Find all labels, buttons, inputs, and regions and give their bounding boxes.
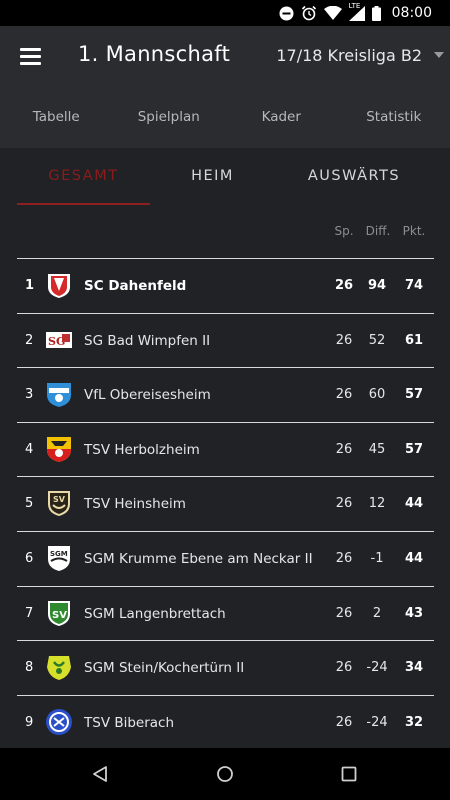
goal-difference: 94	[367, 278, 387, 293]
games-played: 26	[335, 387, 353, 403]
points: 61	[404, 332, 424, 348]
battery-icon	[371, 5, 381, 21]
menu-icon[interactable]	[20, 48, 41, 65]
column-header-sp: Sp.	[334, 224, 354, 238]
table-row[interactable]: 4 TSV Herbolzheim 26 45 57	[17, 421, 434, 477]
games-played: 26	[335, 714, 353, 730]
goal-difference: 12	[368, 496, 386, 512]
games-played: 26	[335, 496, 353, 512]
goal-difference: -24	[366, 714, 388, 730]
tab-spielplan[interactable]: Spielplan	[113, 88, 226, 148]
points: 57	[404, 441, 424, 457]
rank: 7	[25, 605, 34, 621]
filter-tabs: GESAMT HEIM AUSWÄRTS	[0, 148, 450, 206]
rank: 5	[25, 496, 34, 512]
chevron-down-icon[interactable]	[434, 52, 444, 58]
table-row[interactable]: 3 VfL Obereisesheim 26 60 57	[17, 367, 434, 422]
team-name: TSV Heinsheim	[84, 496, 186, 513]
rank: 1	[25, 278, 35, 293]
games-played: 26	[335, 605, 353, 621]
season-selector[interactable]: 17/18 Kreisliga B2	[276, 46, 422, 65]
wifi-icon	[323, 6, 342, 20]
team-name: SG Bad Wimpfen II	[84, 332, 211, 349]
goal-difference: 2	[372, 605, 382, 621]
club-logo-icon	[47, 436, 71, 462]
tab-gesamt[interactable]: GESAMT	[17, 168, 150, 184]
table-row[interactable]: 7 SV SGM Langenbrettach 26 2 43	[17, 585, 434, 641]
club-logo-icon	[46, 708, 72, 735]
points: 57	[404, 387, 424, 403]
club-logo-icon	[48, 274, 70, 298]
games-played: 26	[335, 332, 353, 348]
games-played: 26	[334, 278, 354, 293]
team-name: TSV Herbolzheim	[84, 441, 200, 458]
network-type: LTE	[348, 1, 361, 10]
system-nav-bar	[0, 748, 450, 800]
svg-text:SV: SV	[53, 495, 66, 504]
rank: 8	[25, 660, 34, 676]
recents-icon[interactable]	[341, 765, 357, 783]
rank: 2	[25, 332, 34, 348]
goal-difference: 52	[368, 332, 386, 348]
points: 74	[404, 278, 424, 293]
column-header-diff: Diff.	[365, 224, 391, 238]
svg-text:SGM: SGM	[50, 550, 68, 558]
rank: 9	[25, 714, 34, 730]
column-header-pkt: Pkt.	[402, 224, 426, 238]
club-logo-icon: SGM	[48, 545, 70, 571]
tab-auswaerts[interactable]: AUSWÄRTS	[285, 168, 423, 184]
club-logo-icon	[47, 656, 71, 681]
signal-icon: LTE	[348, 2, 365, 21]
do-not-disturb-icon	[279, 6, 294, 20]
points: 32	[404, 714, 424, 730]
table-row[interactable]: 1 SC Dahenfeld 26 94 74	[17, 258, 434, 313]
table-row[interactable]: 9 TSV Biberach 26 -24 32	[17, 694, 434, 750]
table-row[interactable]: 2 SG SG Bad Wimpfen II 26 52 61	[17, 312, 434, 368]
main-tabs: Tabelle Spielplan Kader Statistik	[0, 88, 450, 148]
points: 43	[404, 605, 424, 621]
team-name: SGM Langenbrettach	[84, 605, 226, 622]
club-logo-icon: SG	[46, 331, 72, 348]
goal-difference: -24	[366, 660, 388, 676]
games-played: 26	[335, 441, 353, 457]
goal-difference: 45	[368, 441, 386, 457]
tab-tabelle[interactable]: Tabelle	[0, 88, 113, 148]
points: 44	[404, 550, 424, 566]
back-icon[interactable]	[91, 765, 109, 783]
rank: 4	[25, 441, 34, 457]
goal-difference: 60	[368, 387, 386, 403]
games-played: 26	[335, 660, 353, 676]
team-name: SGM Stein/Kochertürn II	[84, 660, 245, 677]
table-row[interactable]: 6 SGM SGM Krumme Ebene am Neckar II 26 -…	[17, 530, 434, 586]
club-logo-icon: SV	[48, 491, 70, 517]
points: 34	[404, 660, 424, 676]
tab-statistik[interactable]: Statistik	[338, 88, 450, 148]
team-name: SC Dahenfeld	[84, 278, 187, 294]
games-played: 26	[335, 550, 353, 566]
tab-kader[interactable]: Kader	[225, 88, 338, 148]
home-icon[interactable]	[216, 765, 234, 783]
team-name: SGM Krumme Ebene am Neckar II	[84, 550, 313, 567]
team-name: TSV Biberach	[84, 714, 175, 731]
app-bar: 1. Mannschaft 17/18 Kreisliga B2	[0, 26, 450, 88]
table-row[interactable]: 5 SV TSV Heinsheim 26 12 44	[17, 476, 434, 531]
status-bar: LTE 08:00	[0, 0, 450, 26]
status-time: 08:00	[391, 5, 432, 21]
svg-text:SV: SV	[52, 610, 67, 621]
active-tab-indicator	[17, 203, 150, 205]
page-title: 1. Mannschaft	[78, 42, 231, 66]
league-table: 1 SC Dahenfeld 26 94 74 2 SG SG Bad Wimp…	[17, 258, 434, 749]
club-logo-icon	[47, 383, 71, 408]
goal-difference: -1	[370, 550, 384, 566]
team-name: VfL Obereisesheim	[84, 387, 211, 404]
club-logo-icon: SV	[48, 600, 70, 626]
rank: 3	[25, 387, 34, 403]
alarm-icon	[301, 5, 316, 21]
tab-heim[interactable]: HEIM	[150, 168, 275, 184]
rank: 6	[25, 550, 34, 566]
points: 44	[404, 496, 424, 512]
table-row[interactable]: 8 SGM Stein/Kochertürn II 26 -24 34	[17, 640, 434, 695]
